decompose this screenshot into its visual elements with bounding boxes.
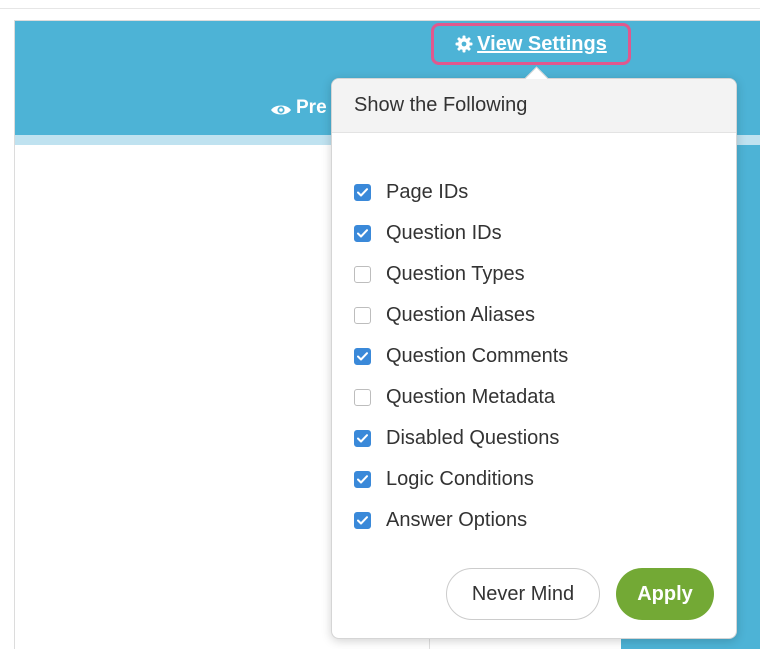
preview-label: Pre (296, 97, 327, 118)
option-label: Question Aliases (386, 304, 535, 326)
popover-title: Show the Following (332, 79, 736, 133)
checkmark-icon (357, 516, 368, 525)
preview-link[interactable]: Pre (270, 97, 327, 119)
gear-icon (455, 35, 473, 53)
option-label: Disabled Questions (386, 427, 560, 449)
apply-button[interactable]: Apply (616, 568, 714, 620)
option-question-comments[interactable]: Question Comments (354, 336, 568, 377)
checkmark-icon (357, 352, 368, 361)
checkmark-icon (357, 475, 368, 484)
checkmark-icon (357, 229, 368, 238)
option-disabled-questions[interactable]: Disabled Questions (354, 418, 568, 459)
option-logic-conditions[interactable]: Logic Conditions (354, 459, 568, 500)
checkbox-checked[interactable] (354, 225, 371, 242)
app-frame: Pre View Settings Show the Following Pag… (14, 20, 760, 649)
option-label: Logic Conditions (386, 468, 534, 490)
option-label: Page IDs (386, 181, 469, 203)
checkbox-checked[interactable] (354, 184, 371, 201)
option-question-metadata[interactable]: Question Metadata (354, 377, 568, 418)
view-settings-label: View Settings (477, 32, 607, 55)
checkbox-unchecked[interactable] (354, 266, 371, 283)
top-divider (0, 8, 760, 9)
checkbox-unchecked[interactable] (354, 307, 371, 324)
checkmark-icon (357, 434, 368, 443)
eye-icon (270, 101, 292, 115)
view-settings-button[interactable]: View Settings (431, 23, 631, 65)
option-list: Page IDs Question IDs Question Types Questi… (354, 172, 568, 541)
option-label: Question Metadata (386, 386, 555, 408)
view-settings-popover: Show the Following Page IDs Question IDs Q… (331, 66, 737, 639)
option-label: Answer Options (386, 509, 528, 531)
option-question-aliases[interactable]: Question Aliases (354, 295, 568, 336)
option-question-ids[interactable]: Question IDs (354, 213, 568, 254)
checkbox-checked[interactable] (354, 512, 371, 529)
checkbox-checked[interactable] (354, 430, 371, 447)
option-label: Question Types (386, 263, 525, 285)
never-mind-button[interactable]: Never Mind (446, 568, 600, 620)
checkbox-checked[interactable] (354, 471, 371, 488)
option-label: Question IDs (386, 222, 502, 244)
option-label: Question Comments (386, 345, 569, 367)
option-answer-options[interactable]: Answer Options (354, 500, 568, 541)
checkbox-checked[interactable] (354, 348, 371, 365)
option-question-types[interactable]: Question Types (354, 254, 568, 295)
option-page-ids[interactable]: Page IDs (354, 172, 568, 213)
checkbox-unchecked[interactable] (354, 389, 371, 406)
checkmark-icon (357, 188, 368, 197)
